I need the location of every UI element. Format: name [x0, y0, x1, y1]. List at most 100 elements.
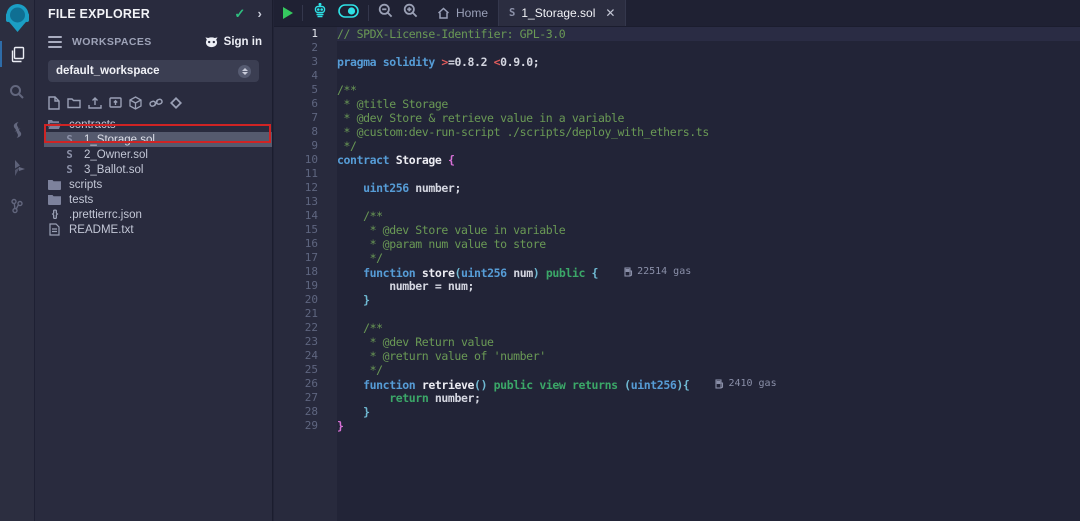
code-line-1: // SPDX-License-Identifier: GPL-3.0	[337, 27, 1080, 41]
remix-ide-window: FILE EXPLORER ✓ › WORKSPACES Sign in def…	[0, 0, 1080, 521]
code-line-12: uint256 number;	[337, 181, 1080, 195]
line-number: 2	[274, 41, 318, 55]
cube-icon[interactable]	[129, 96, 142, 110]
line-number: 26	[274, 377, 318, 391]
line-number: 18	[274, 265, 318, 279]
code-line-28: }	[337, 405, 1080, 419]
code-line-19: number = num;	[337, 279, 1080, 293]
new-folder-icon[interactable]	[67, 96, 81, 109]
search-icon[interactable]	[0, 73, 35, 111]
line-number: 25	[274, 363, 318, 377]
gem-icon[interactable]	[170, 97, 182, 109]
git-icon[interactable]	[0, 187, 35, 225]
code-line-13	[337, 195, 1080, 209]
line-number: 12	[274, 181, 318, 195]
link-icon[interactable]	[149, 97, 163, 109]
tab-home[interactable]: Home	[427, 0, 498, 26]
line-number: 4	[274, 69, 318, 83]
code-content: // SPDX-License-Identifier: GPL-3.0pragm…	[337, 27, 1080, 521]
plugin-icon-bar	[0, 0, 35, 521]
tree-item-label: README.txt	[69, 224, 134, 236]
remix-logo[interactable]	[0, 1, 35, 35]
panel-title: FILE EXPLORER	[48, 7, 150, 21]
line-number: 1	[274, 27, 318, 41]
line-number: 6	[274, 97, 318, 111]
line-number: 13	[274, 195, 318, 209]
tree-item-label: tests	[69, 194, 93, 206]
code-editor[interactable]: 1234567891011121314151617181920212223242…	[274, 27, 1080, 521]
upload-file-icon[interactable]	[88, 96, 102, 110]
code-line-21	[337, 307, 1080, 321]
code-line-7: * @dev Store & retrieve value in a varia…	[337, 111, 1080, 125]
json-icon: { }	[48, 208, 61, 221]
chevron-right-icon[interactable]: ›	[257, 6, 262, 21]
close-tab-icon[interactable]: ✕	[605, 6, 615, 20]
file-icon	[48, 223, 61, 236]
solidity-compiler-icon[interactable]	[0, 111, 35, 149]
tab-storage-sol[interactable]: S 1_Storage.sol ✕	[498, 0, 626, 26]
line-number: 3	[274, 55, 318, 69]
zoom-in-icon[interactable]	[403, 3, 418, 23]
tree-item--prettierrc-json[interactable]: { } .prettierrc.json	[35, 207, 272, 222]
workspace-dropdown[interactable]: default_workspace	[48, 60, 259, 82]
workspace-menu-icon[interactable]	[48, 36, 62, 48]
tree-item-2-owner-sol[interactable]: S2_Owner.sol	[35, 147, 272, 162]
toggle-icon[interactable]	[338, 4, 359, 23]
zoom-out-icon[interactable]	[378, 3, 393, 23]
editor-tabbar: Home S 1_Storage.sol ✕	[274, 0, 1080, 27]
line-number: 14	[274, 209, 318, 223]
code-line-6: * @title Storage	[337, 97, 1080, 111]
run-script-icon[interactable]	[283, 7, 293, 19]
line-number: 22	[274, 321, 318, 335]
github-icon	[204, 36, 219, 49]
ai-assistant-icon[interactable]	[312, 3, 328, 23]
folder-icon	[48, 178, 61, 191]
line-number: 21	[274, 307, 318, 321]
check-icon[interactable]: ✓	[234, 6, 245, 22]
folder-open-icon	[48, 118, 61, 131]
home-icon	[437, 7, 450, 19]
tree-item-3-ballot-sol[interactable]: S3_Ballot.sol	[35, 162, 272, 177]
code-line-10: contract Storage {	[337, 153, 1080, 167]
code-line-16: * @param num value to store	[337, 237, 1080, 251]
solidity-file-icon: S	[509, 7, 515, 19]
code-line-2	[337, 41, 1080, 55]
code-line-15: * @dev Store value in variable	[337, 223, 1080, 237]
code-line-23: * @dev Return value	[337, 335, 1080, 349]
new-file-icon[interactable]	[48, 96, 60, 110]
tree-item-contracts[interactable]: contracts	[35, 117, 272, 132]
code-line-26: function retrieve() public view returns …	[337, 377, 1080, 391]
code-line-29: }	[337, 419, 1080, 433]
line-number: 7	[274, 111, 318, 125]
line-number: 28	[274, 405, 318, 419]
tree-item-1-storage-sol[interactable]: S1_Storage.sol	[35, 132, 272, 147]
file-explorer-icon[interactable]	[0, 35, 35, 73]
code-line-14: /**	[337, 209, 1080, 223]
code-line-5: /**	[337, 83, 1080, 97]
line-number: 8	[274, 125, 318, 139]
code-line-22: /**	[337, 321, 1080, 335]
tree-item-label: 3_Ballot.sol	[84, 164, 143, 176]
code-line-8: * @custom:dev-run-script ./scripts/deplo…	[337, 125, 1080, 139]
tree-item-label: scripts	[69, 179, 102, 191]
tree-item-scripts[interactable]: scripts	[35, 177, 272, 192]
dropdown-stepper-icon	[238, 65, 251, 78]
line-number: 27	[274, 391, 318, 405]
line-number: 29	[274, 419, 318, 433]
tree-item-label: .prettierrc.json	[69, 209, 142, 221]
tree-item-tests[interactable]: tests	[35, 192, 272, 207]
file-explorer-panel: FILE EXPLORER ✓ › WORKSPACES Sign in def…	[35, 0, 273, 521]
upload-folder-icon[interactable]	[109, 96, 122, 109]
gas-estimate-badge: 22514 gas	[624, 265, 691, 279]
deploy-run-icon[interactable]	[0, 149, 35, 187]
code-line-4	[337, 69, 1080, 83]
line-number: 16	[274, 237, 318, 251]
code-line-24: * @return value of 'number'	[337, 349, 1080, 363]
sign-in-button[interactable]: Sign in	[204, 36, 262, 49]
folder-icon	[48, 193, 61, 206]
line-number: 24	[274, 349, 318, 363]
tree-item-readme-txt[interactable]: README.txt	[35, 222, 272, 237]
line-number: 10	[274, 153, 318, 167]
workspace-name: default_workspace	[56, 65, 160, 77]
code-line-25: */	[337, 363, 1080, 377]
